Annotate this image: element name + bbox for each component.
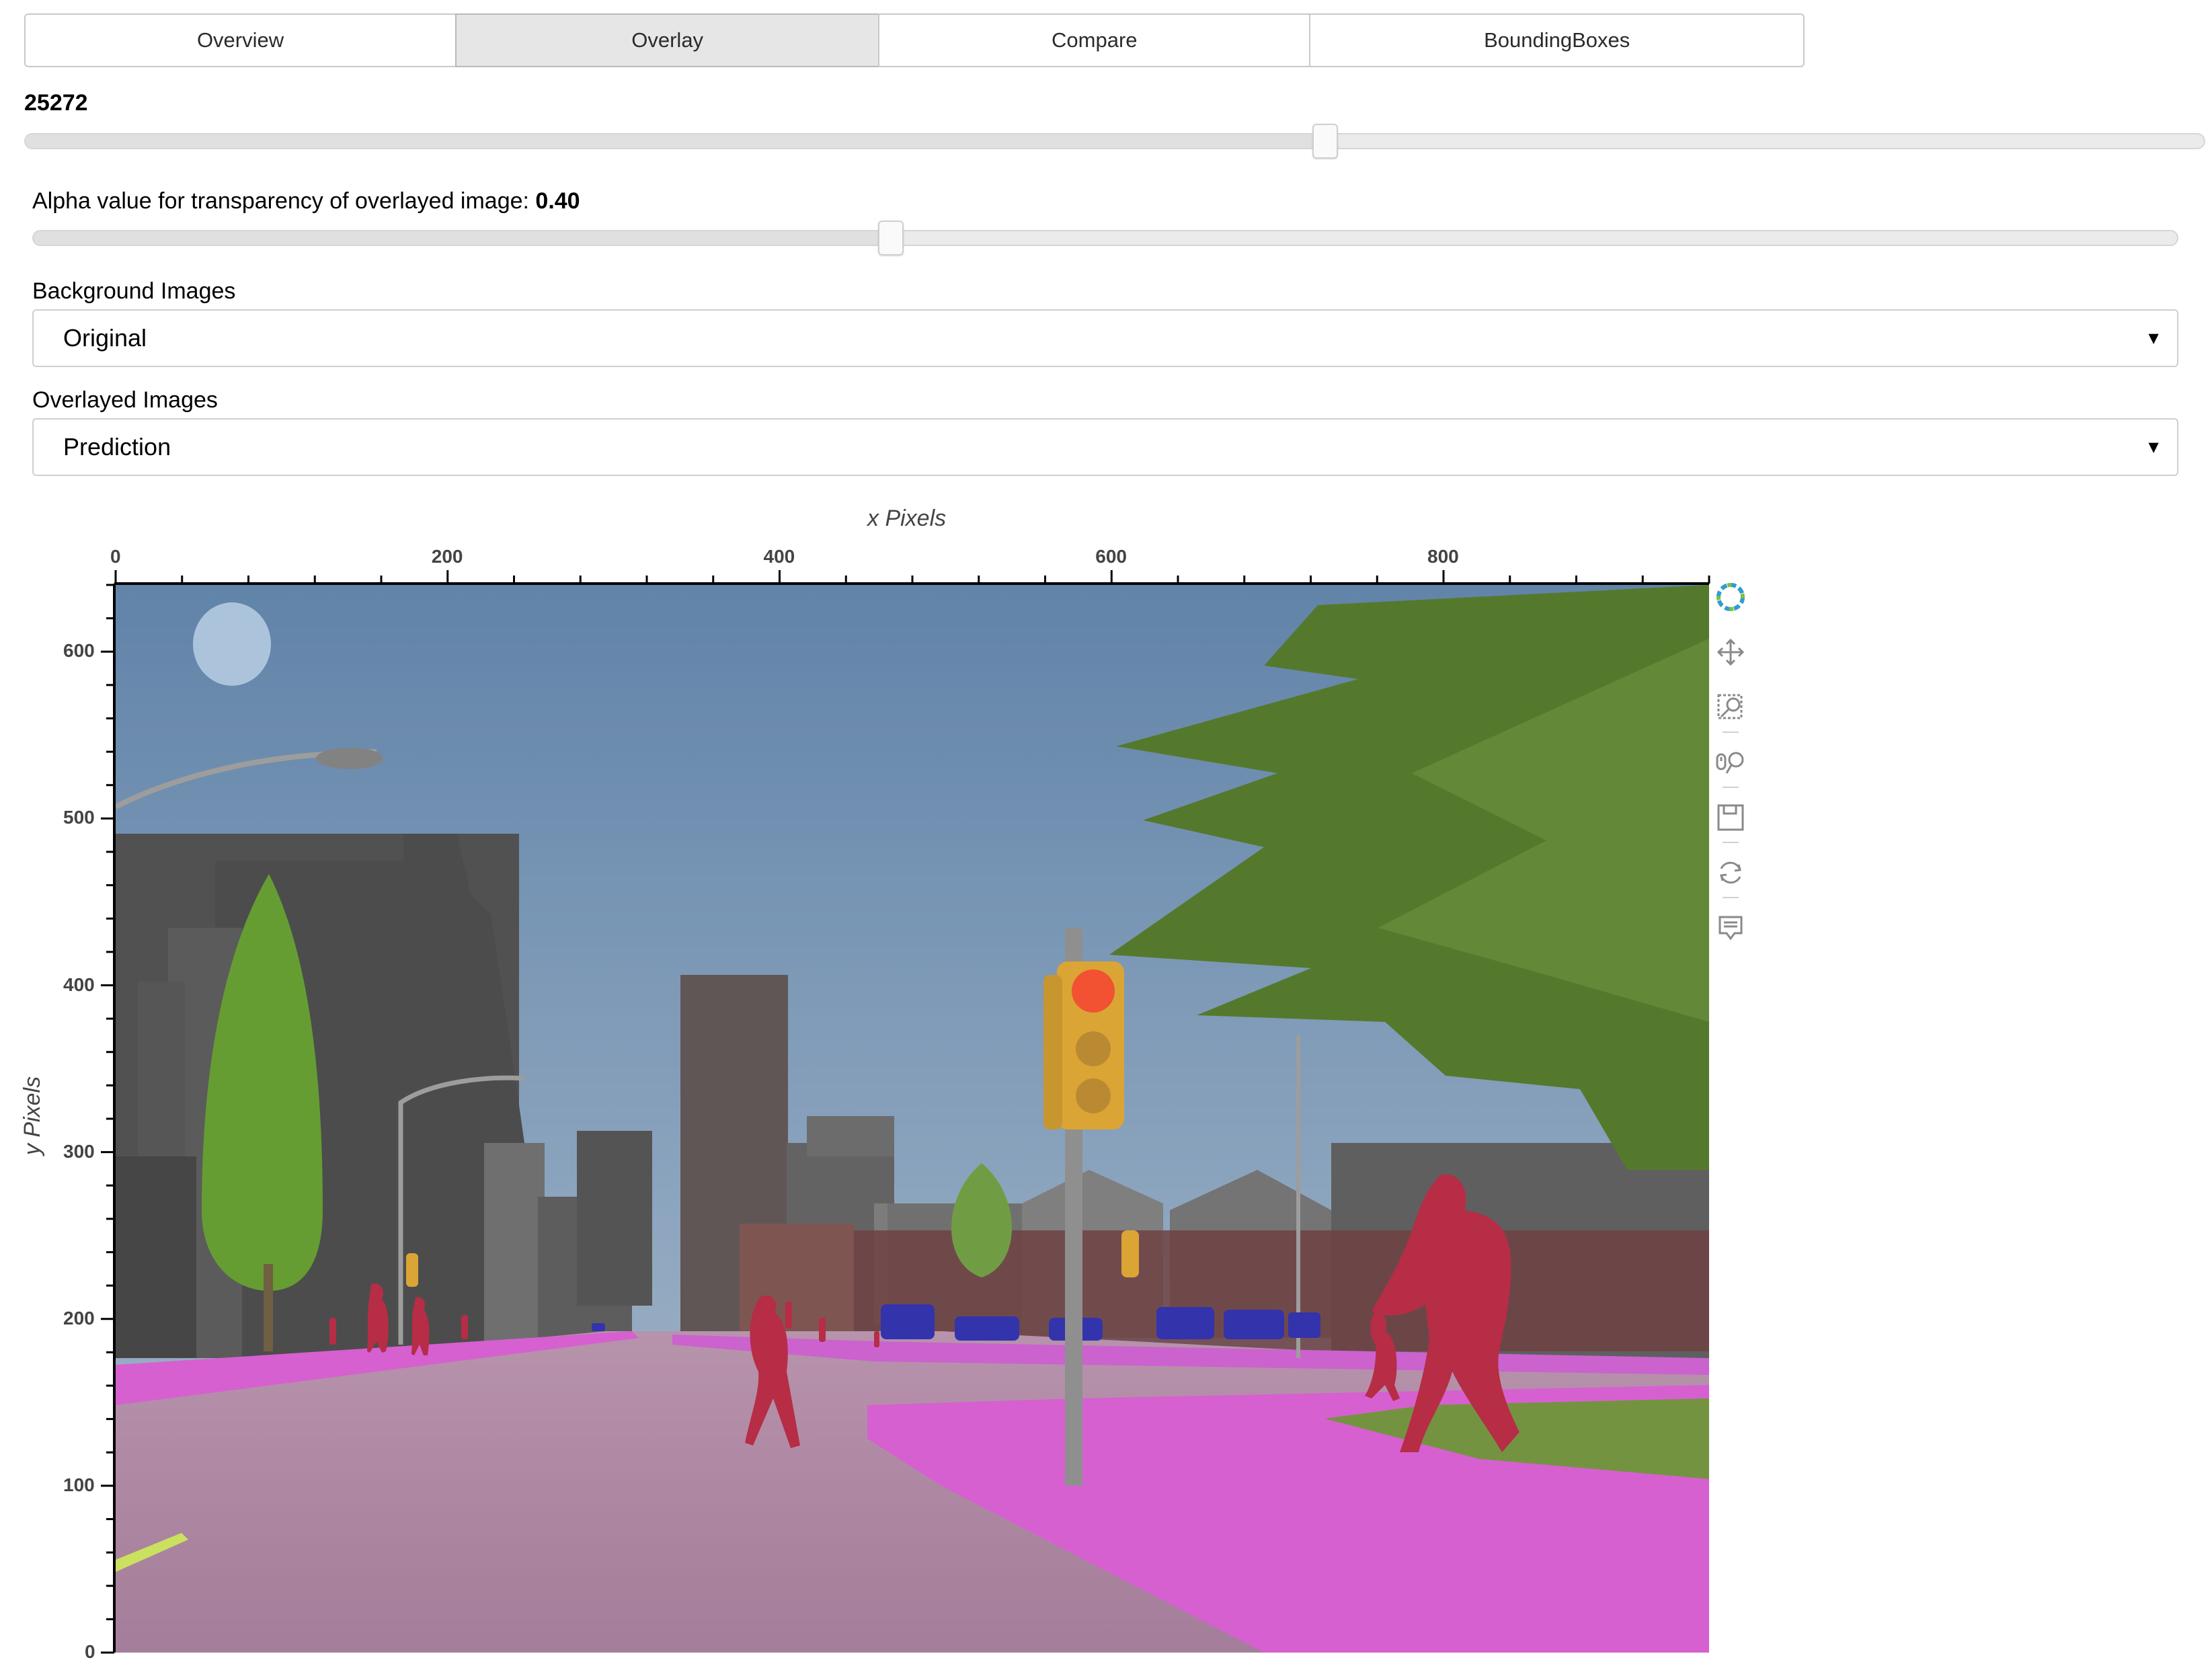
y-axis-ticks <box>101 584 114 1654</box>
toolbar-divider <box>1723 787 1739 788</box>
y-tick-label: 500 <box>63 807 95 828</box>
toolbar-divider <box>1723 842 1739 843</box>
bokeh-logo-icon[interactable] <box>1713 580 1748 615</box>
x-tick-label: 600 <box>1095 546 1127 567</box>
x-tick-label: 400 <box>763 546 795 567</box>
x-tick-label: 200 <box>431 546 463 567</box>
y-tick-label: 300 <box>63 1140 95 1162</box>
y-tick-label: 0 <box>85 1641 95 1662</box>
pan-icon[interactable] <box>1713 635 1748 670</box>
x-tick-label: 0 <box>110 546 121 567</box>
plot-canvas[interactable] <box>0 0 2212 1664</box>
toolbar-divider <box>1723 897 1739 898</box>
hover-icon[interactable] <box>1713 910 1748 945</box>
y-tick-label: 200 <box>63 1307 95 1329</box>
save-icon[interactable] <box>1713 800 1748 835</box>
y-tick-label: 600 <box>63 640 95 662</box>
box-zoom-icon[interactable] <box>1713 690 1748 725</box>
x-tick-label: 800 <box>1427 546 1459 567</box>
y-tick-label: 400 <box>63 974 95 995</box>
wheel-zoom-icon[interactable] <box>1713 745 1748 780</box>
y-tick-label: 100 <box>63 1474 95 1495</box>
reset-icon[interactable] <box>1713 855 1748 890</box>
segmentation-image <box>116 585 1709 1653</box>
x-axis-ticks <box>114 570 1710 584</box>
toolbar-divider <box>1723 731 1739 733</box>
